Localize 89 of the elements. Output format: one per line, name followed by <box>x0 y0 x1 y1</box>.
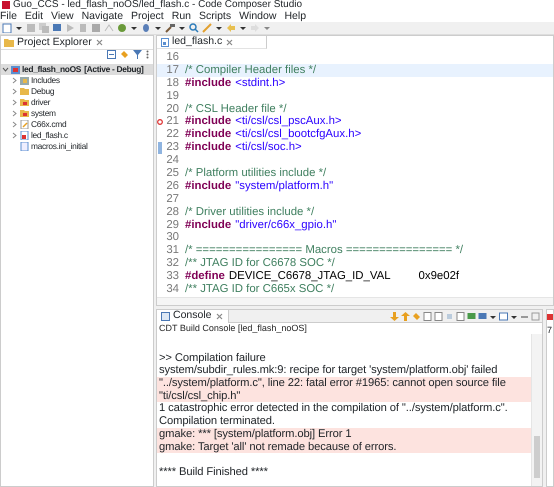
menu-item[interactable]: View <box>51 10 74 22</box>
code-line: /* CSL Header file */ <box>185 102 287 116</box>
line-number: 18 <box>165 76 179 90</box>
code-line: /** JTAG ID for C665x SOC */ <box>185 283 334 296</box>
menu-item[interactable]: Help <box>284 10 306 22</box>
menu-item[interactable]: File <box>0 10 17 22</box>
new-window-icon[interactable] <box>499 312 508 320</box>
arrow-up-icon[interactable] <box>401 312 410 320</box>
console-line: >> Compilation failure <box>158 352 267 364</box>
folder-icon <box>4 38 14 47</box>
console-subtitle: CDT Build Console [led_flash_noOS] <box>159 323 307 333</box>
maximize-icon[interactable] <box>531 312 540 320</box>
close-icon[interactable] <box>94 38 104 47</box>
tree-item[interactable]: driver <box>1 97 153 108</box>
line-number: 19 <box>165 90 179 103</box>
more-icon[interactable] <box>146 50 149 59</box>
tree-item[interactable]: Debug <box>1 86 153 97</box>
line-number: 21 <box>165 115 179 128</box>
menu-item[interactable]: Scripts <box>199 10 232 22</box>
menu-item[interactable]: Navigate <box>82 10 124 22</box>
line-number: 31 <box>165 244 179 258</box>
line-number: 27 <box>165 192 179 206</box>
menu-item[interactable]: Edit <box>24 10 44 22</box>
line-number: 24 <box>165 154 179 168</box>
code-line: #define DEVICE_C6678_JTAG_ID_VAL 0x9e02f <box>185 270 460 284</box>
code-line: /* Compiler Header files */ <box>185 64 316 77</box>
project-icon <box>11 65 20 74</box>
tree-item[interactable]: C66x.cmd <box>1 119 153 130</box>
line-number: 30 <box>165 231 179 244</box>
close-icon[interactable] <box>214 312 224 320</box>
search-icon[interactable] <box>189 23 199 33</box>
file-icon <box>20 120 29 129</box>
collapse-icon[interactable] <box>107 50 116 59</box>
window-title: Guo_CCS - led_flash_noOS/led_flash.c - Code Composer Studio <box>13 1 302 9</box>
line-number: 17 <box>165 64 179 77</box>
code-line: #include "system/platform.h" <box>185 180 334 193</box>
menu-item[interactable]: Project <box>131 10 164 22</box>
line-number: 23 <box>165 141 179 154</box>
line-number: 26 <box>165 180 179 193</box>
code-line: /* Driver utilities include */ <box>185 206 314 219</box>
tab-label[interactable]: Project Explorer <box>17 36 92 50</box>
console-line: **** Build Finished **** <box>158 466 269 479</box>
horizontal-scrollbar[interactable] <box>157 297 553 305</box>
error-icon <box>547 314 553 320</box>
code-line: #include <ti/csl/soc.h> <box>185 141 302 154</box>
line-number: 25 <box>165 167 179 180</box>
code-line: /** JTAG ID for C6678 SOC */ <box>185 257 335 270</box>
line-number: 29 <box>165 218 179 232</box>
code-line: #include <ti/csl/csl_bootcfgAux.h> <box>185 128 362 142</box>
line-number: 28 <box>165 206 179 219</box>
code-line: /* ================ Macros ================ */ <box>185 244 464 258</box>
close-icon[interactable] <box>225 38 234 46</box>
folder-icon <box>20 98 29 107</box>
console-icon <box>161 312 170 320</box>
code-line: #include "driver/c66x_gpio.h" <box>185 218 336 232</box>
c-file-icon <box>161 38 169 46</box>
tree-item[interactable]: Includes <box>1 75 153 86</box>
console-line: system/subdir_rules.mk:9: recipe for target 'system/platform.obj' failed <box>158 364 498 378</box>
hammer-icon[interactable] <box>165 23 175 33</box>
tree-item[interactable]: system <box>1 108 153 119</box>
chevron-down-icon[interactable] <box>2 66 9 73</box>
library-icon <box>20 76 29 85</box>
tab-label[interactable]: led_flash.c <box>172 34 222 50</box>
tree-item[interactable]: led_flash_noOS [Active - Debug] <box>1 64 153 75</box>
document-icon[interactable] <box>456 312 465 320</box>
menu-item[interactable]: Run <box>172 10 191 22</box>
app-icon <box>2 1 10 9</box>
c-file-icon <box>20 131 29 140</box>
line-number: 34 <box>165 283 179 296</box>
code-line: #include <stdint.h> <box>185 76 286 90</box>
tree-item[interactable]: led_flash.c <box>1 130 153 141</box>
line-number: 33 <box>165 270 179 284</box>
console-line: Compilation terminated. <box>158 415 276 428</box>
stop-icon[interactable] <box>91 23 101 33</box>
arrow-down-icon[interactable] <box>390 312 399 320</box>
line-number: 20 <box>165 102 179 116</box>
folder-icon <box>20 87 29 96</box>
tree-item[interactable]: macros.ini_initial <box>1 141 153 152</box>
menu-item[interactable]: Window <box>239 10 276 22</box>
line-number: 32 <box>165 257 179 270</box>
line-number: 22 <box>165 128 179 142</box>
vertical-scrollbar[interactable] <box>531 334 542 486</box>
code-line: /* Platform utilities include */ <box>185 167 326 180</box>
folder-icon <box>20 109 29 118</box>
line-number: 16 <box>165 51 179 64</box>
console-line: 1 catastrophic error detected in the compilation of "../system/platform.c". <box>158 402 509 416</box>
code-line: #include <ti/csl/csl_pscAux.h> <box>185 115 342 128</box>
side-panel-text: 7 <box>547 324 553 336</box>
file-icon <box>20 142 29 151</box>
